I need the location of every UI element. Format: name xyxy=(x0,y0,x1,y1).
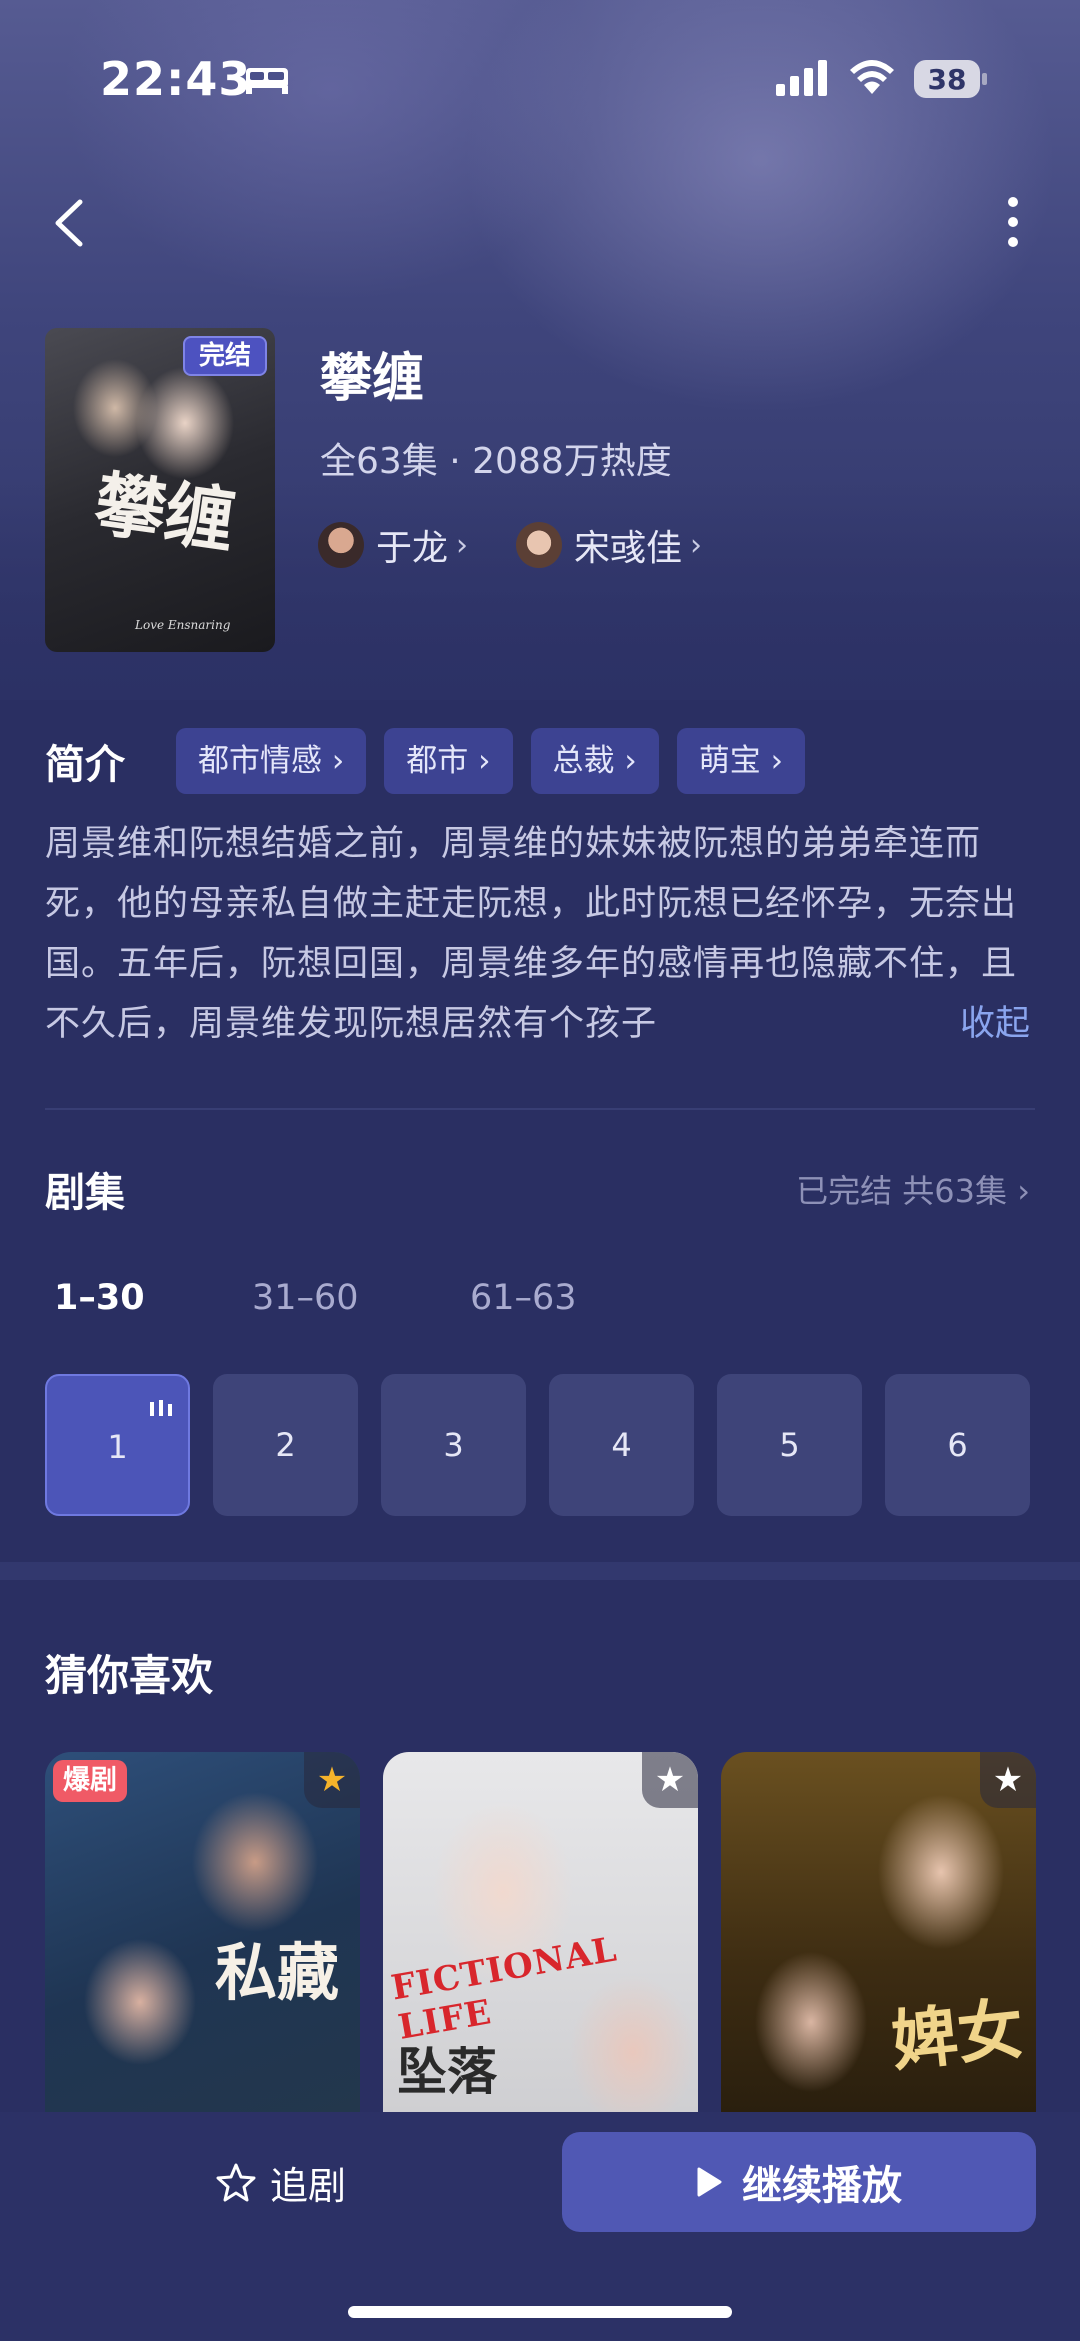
range-tab[interactable]: 61–63 xyxy=(470,1278,577,1318)
episode-button[interactable]: 3 xyxy=(381,1374,526,1516)
battery-level: 38 xyxy=(927,63,967,96)
synopsis-text: 周景维和阮想结婚之前，周景维的妹妹被阮想的弟弟牵连而死，他的母亲私自做主赶走阮想… xyxy=(45,824,1018,1044)
episode-number: 3 xyxy=(443,1426,464,1464)
battery-icon: 38 xyxy=(914,60,987,98)
episodes-status: 已完结 共63集 xyxy=(796,1172,1008,1210)
status-time: 22:43 xyxy=(100,52,252,106)
poster-title: 攀缠 xyxy=(89,461,241,564)
genre-tags: 都市情感 › 都市 › 总裁 › 萌宝 › xyxy=(176,728,823,794)
actor-link[interactable]: 宋彧佳 › xyxy=(516,520,702,570)
star-outline-icon xyxy=(216,2163,256,2202)
actor-avatar xyxy=(516,522,562,568)
episode-list: 1 2 3 4 5 6 xyxy=(45,1374,1053,1516)
star-icon[interactable]: ★ xyxy=(304,1752,360,1808)
back-button[interactable] xyxy=(42,192,100,254)
episode-number: 1 xyxy=(107,1428,128,1466)
episode-number: 6 xyxy=(947,1426,968,1464)
play-label: 继续播放 xyxy=(742,2163,902,2209)
genre-tag[interactable]: 都市 › xyxy=(384,728,513,794)
intro-heading: 简介 xyxy=(45,742,125,788)
recommend-card[interactable]: FICTIONAL LIFE 坠落 ★ xyxy=(383,1752,698,2112)
recommend-list: 私藏 爆剧 ★ FICTIONAL LIFE 坠落 ★ 婢女 ★ xyxy=(45,1752,1059,2112)
divider xyxy=(45,1108,1035,1110)
star-icon[interactable]: ★ xyxy=(642,1752,698,1808)
play-icon xyxy=(697,2167,722,2197)
episode-button[interactable]: 4 xyxy=(549,1374,694,1516)
continue-play-button[interactable]: 继续播放 xyxy=(562,2132,1036,2232)
tag-label: 都市情感 xyxy=(198,743,322,779)
genre-tag[interactable]: 总裁 › xyxy=(530,728,659,794)
episode-number: 4 xyxy=(611,1426,632,1464)
actor-link[interactable]: 于龙 › xyxy=(318,520,468,570)
episodes-heading: 剧集 xyxy=(45,1170,125,1216)
drama-poster: 攀缠 Love Ensnaring 完结 xyxy=(45,328,275,652)
completed-badge: 完结 xyxy=(183,336,267,376)
chevron-right-icon: › xyxy=(690,527,703,563)
hot-badge: 爆剧 xyxy=(53,1760,127,1802)
recommend-card[interactable]: 婢女 ★ xyxy=(721,1752,1036,2112)
recommend-card[interactable]: 私藏 爆剧 ★ xyxy=(45,1752,360,2112)
episode-number: 2 xyxy=(275,1426,296,1464)
collapse-button[interactable]: 收起 xyxy=(960,995,1030,1046)
episodes-status-link[interactable]: 已完结 共63集 › xyxy=(796,1166,1030,1212)
home-indicator xyxy=(348,2306,732,2318)
actor-avatar xyxy=(318,522,364,568)
episode-button[interactable]: 6 xyxy=(885,1374,1030,1516)
follow-label: 追剧 xyxy=(270,2163,347,2208)
range-tab[interactable]: 31–60 xyxy=(252,1278,359,1318)
poster-title: 私藏 xyxy=(215,1936,340,2009)
recommend-heading: 猜你喜欢 xyxy=(45,1651,214,1700)
star-icon[interactable]: ★ xyxy=(980,1752,1036,1808)
cellular-signal-icon xyxy=(776,60,827,96)
section-separator xyxy=(0,1562,1080,1580)
episode-button[interactable]: 1 xyxy=(45,1374,190,1516)
now-playing-icon xyxy=(150,1400,172,1416)
drama-title: 攀缠 xyxy=(320,349,425,409)
range-tab[interactable]: 1–30 xyxy=(54,1278,145,1318)
follow-button[interactable]: 追剧 xyxy=(216,2154,346,2210)
drama-meta: 全63集 · 2088万热度 xyxy=(320,441,672,482)
episode-number: 5 xyxy=(779,1426,800,1464)
genre-tag[interactable]: 都市情感 › xyxy=(176,728,367,794)
tag-label: 都市 xyxy=(406,743,469,779)
chevron-right-icon: › xyxy=(456,527,469,563)
poster-title: 坠落 xyxy=(397,2042,497,2101)
actor-name: 宋彧佳 xyxy=(574,528,683,569)
status-bar: 22:43 38 xyxy=(0,0,1080,150)
genre-tag[interactable]: 萌宝 › xyxy=(676,728,806,794)
actor-name: 于龙 xyxy=(376,528,449,569)
episode-button[interactable]: 2 xyxy=(213,1374,358,1516)
tag-label: 萌宝 xyxy=(698,743,761,779)
tag-label: 总裁 xyxy=(552,743,615,779)
sleep-mode-icon xyxy=(246,68,288,94)
poster-title: 婢女 xyxy=(887,1989,1028,2081)
more-options-icon[interactable] xyxy=(990,190,1036,254)
wifi-icon xyxy=(850,60,894,94)
poster-subtitle: Love Ensnaring xyxy=(135,618,231,632)
poster-title: FICTIONAL LIFE xyxy=(388,1929,621,2048)
episode-button[interactable]: 5 xyxy=(717,1374,862,1516)
